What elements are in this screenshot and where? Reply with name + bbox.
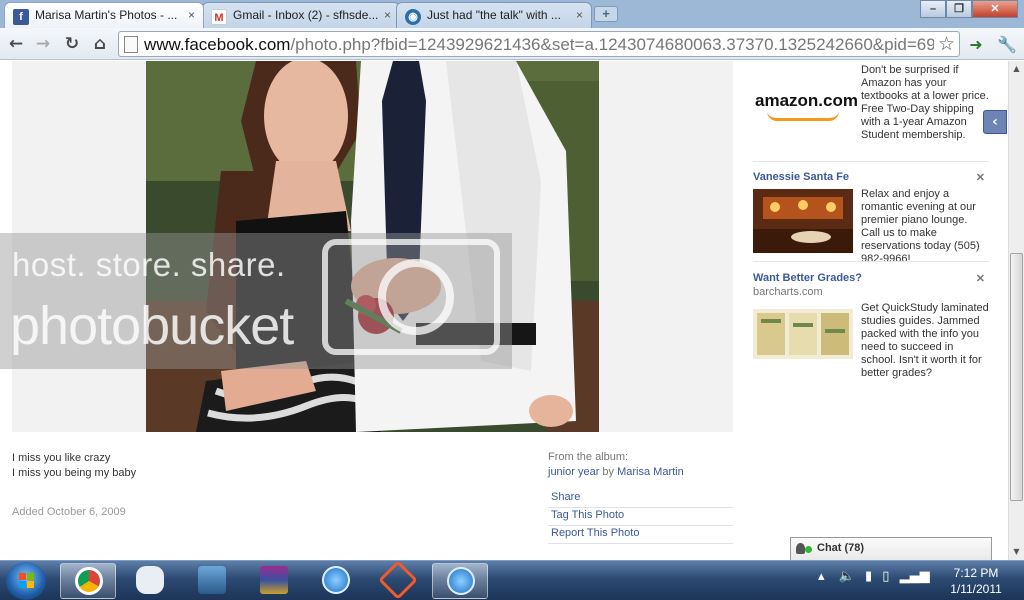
- taskbar-chrome[interactable]: [60, 563, 116, 599]
- home-icon[interactable]: ⌂: [89, 33, 111, 55]
- star-icon[interactable]: ☆: [938, 33, 955, 55]
- vanessie-ad-text: Relax and enjoy a romantic evening at ou…: [861, 188, 980, 265]
- browser-toolbar: ← → ↻ ⌂ www.facebook.com/photo.php?fbid=…: [0, 28, 1024, 60]
- close-icon[interactable]: ✕: [976, 171, 985, 184]
- ad-title-grades[interactable]: Want Better Grades?: [753, 272, 862, 284]
- gamepad-icon: [136, 566, 164, 594]
- quickstudy-guide-image[interactable]: [753, 309, 853, 359]
- clock-date: 1/11/2011: [950, 582, 1002, 596]
- signal-icon[interactable]: ▂▄▆: [900, 569, 930, 584]
- windows-logo-icon: [19, 573, 35, 589]
- tab-gmail[interactable]: M Gmail - Inbox (2) - sfhsde... ×: [202, 2, 400, 28]
- chevron-left-icon[interactable]: ‹: [983, 110, 1007, 134]
- chat-bar[interactable]: Chat (78): [790, 537, 992, 560]
- tag-photo-link[interactable]: Tag This Photo: [548, 508, 733, 526]
- network-icon[interactable]: ▮: [865, 569, 872, 584]
- tab-title: Marisa Martin's Photos - ...: [35, 8, 178, 22]
- scroll-thumb[interactable]: [1010, 253, 1023, 501]
- album-info: From the album: junior year by Marisa Ma…: [548, 450, 684, 480]
- tab-title: Gmail - Inbox (2) - sfhsde...: [233, 8, 379, 22]
- scroll-up-icon[interactable]: ▲: [1009, 61, 1024, 77]
- system-tray: ▴ 🔈 ▮ ▯ ▂▄▆: [818, 569, 930, 584]
- forum-icon: ◉: [405, 9, 421, 25]
- added-date: Added October 6, 2009: [12, 506, 126, 518]
- extension-icon[interactable]: ➜: [965, 34, 987, 56]
- volume-icon[interactable]: 🔈: [839, 569, 855, 584]
- by-label: by: [602, 466, 615, 478]
- ad-domain: barcharts.com: [753, 286, 823, 298]
- user-icon: [796, 543, 805, 554]
- forward-arrow-icon[interactable]: →: [32, 33, 54, 55]
- vertical-scrollbar[interactable]: ▲ ▼: [1008, 61, 1024, 560]
- show-hidden-icons-icon[interactable]: ▴: [818, 569, 825, 584]
- windows-taskbar: ▴ 🔈 ▮ ▯ ▂▄▆ 7:12 PM 1/11/2011: [0, 560, 1024, 600]
- ad-divider: [753, 261, 989, 262]
- piano-lounge-image[interactable]: [753, 189, 853, 253]
- ad-title-vanessie[interactable]: Vanessie Santa Fe: [753, 171, 849, 183]
- taskbar-zune[interactable]: [370, 560, 426, 600]
- camera-icon: [322, 239, 500, 355]
- window-close-button[interactable]: ✕: [972, 0, 1018, 18]
- network-tool-icon: [198, 566, 226, 594]
- page-icon: [124, 36, 138, 53]
- new-tab-button[interactable]: +: [594, 6, 618, 22]
- power-icon[interactable]: ▯: [882, 569, 889, 584]
- from-album-label: From the album:: [548, 451, 629, 463]
- reload-icon[interactable]: ↻: [61, 33, 83, 55]
- clock-time: 7:12 PM: [953, 566, 999, 580]
- restore-button[interactable]: ❐: [946, 0, 972, 18]
- scroll-down-icon[interactable]: ▼: [1009, 544, 1024, 560]
- itunes-icon: [447, 567, 475, 595]
- owner-link[interactable]: Marisa Martin: [617, 466, 684, 478]
- url-text[interactable]: www.facebook.com/photo.php?fbid=12439296…: [144, 35, 934, 55]
- zune-icon: [378, 560, 418, 600]
- facebook-icon: f: [13, 9, 29, 25]
- back-arrow-icon[interactable]: ←: [5, 33, 27, 55]
- gmail-icon: M: [211, 9, 227, 25]
- amazon-smile-icon: [767, 111, 839, 121]
- photo-actions: Share Tag This Photo Report This Photo: [548, 490, 733, 544]
- barcharts-ad-text: Get QuickStudy laminated studies guides.…: [861, 302, 989, 379]
- itunes-icon: [322, 566, 350, 594]
- wrench-icon[interactable]: 🔧: [996, 34, 1018, 56]
- taskbar-itunes-2[interactable]: [432, 563, 488, 599]
- clock[interactable]: 7:12 PM 1/11/2011: [940, 565, 1012, 597]
- address-bar[interactable]: www.facebook.com/photo.php?fbid=12439296…: [118, 31, 960, 57]
- close-icon[interactable]: ✕: [976, 272, 985, 285]
- taskbar-winrar[interactable]: [246, 563, 302, 599]
- tab-title: Just had "the talk" with ...: [427, 8, 561, 22]
- close-icon[interactable]: ×: [188, 8, 195, 22]
- amazon-logo: amazon.com: [755, 91, 858, 110]
- chat-label: Chat (78): [817, 542, 865, 554]
- chrome-icon: [75, 567, 103, 595]
- amazon-ad-text: Don't be surprised if Amazon has your te…: [861, 64, 989, 141]
- photo-caption: I miss you like crazy I miss you being m…: [12, 452, 137, 479]
- album-link[interactable]: junior year: [548, 466, 599, 478]
- online-status-icon: [805, 546, 812, 553]
- taskbar-gamepad[interactable]: [122, 563, 178, 599]
- close-icon[interactable]: ×: [576, 8, 583, 22]
- report-photo-link[interactable]: Report This Photo: [548, 526, 733, 544]
- tab-strip: f Marisa Martin's Photos - ... × M Gmail…: [0, 0, 1024, 28]
- tab-forum[interactable]: ◉ Just had "the talk" with ... ×: [396, 2, 592, 28]
- minimize-button[interactable]: –: [920, 0, 946, 18]
- close-icon[interactable]: ×: [384, 8, 391, 22]
- share-link[interactable]: Share: [548, 490, 733, 508]
- tab-marisa-photos[interactable]: f Marisa Martin's Photos - ... ×: [4, 2, 204, 28]
- watermark-tagline: host. store. share.: [12, 246, 286, 283]
- taskbar-itunes[interactable]: [308, 563, 364, 599]
- facebook-photo-page: host. store. share. photobucket I miss y…: [0, 61, 1008, 560]
- taskbar-network-tool[interactable]: [184, 563, 240, 599]
- ad-amazon[interactable]: amazon.com Don't be surprised if Amazon …: [753, 61, 989, 162]
- start-button[interactable]: [6, 562, 46, 600]
- winrar-icon: [260, 566, 288, 594]
- watermark-logo-text: photobucket: [10, 296, 294, 356]
